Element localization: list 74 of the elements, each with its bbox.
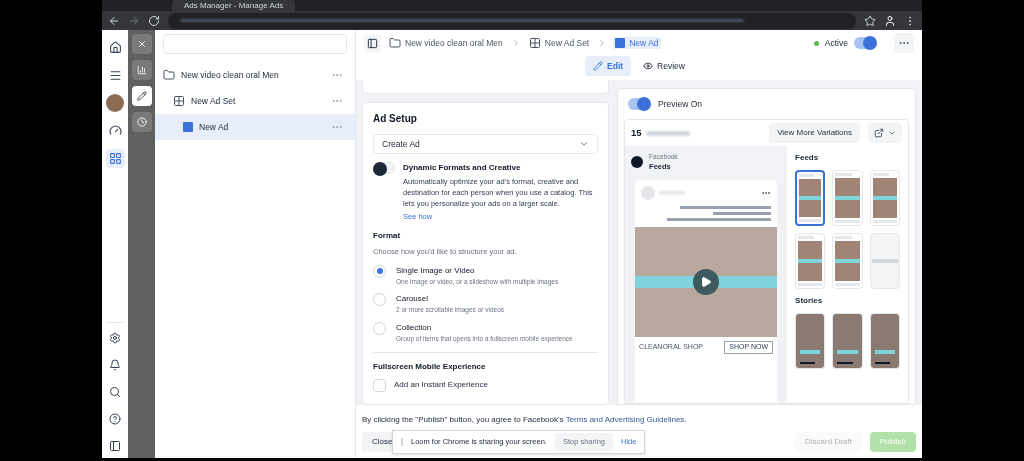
dynamic-formats-toggle[interactable] bbox=[373, 162, 395, 174]
browser-tab[interactable]: Ads Manager - Manage Ads bbox=[172, 0, 296, 11]
group-title: Stories bbox=[795, 295, 824, 307]
view-more-variations-button[interactable]: View More Variations bbox=[769, 123, 860, 143]
blurred-label bbox=[645, 130, 690, 136]
page-avatar bbox=[641, 186, 656, 200]
preview-label: Preview On bbox=[658, 97, 702, 111]
help-icon[interactable] bbox=[109, 413, 121, 425]
placements-count: 15 bbox=[631, 125, 642, 140]
grid-icon[interactable] bbox=[105, 149, 125, 168]
star-icon[interactable] bbox=[864, 14, 876, 27]
tree-item-label: New Ad Set bbox=[191, 94, 237, 108]
checkbox[interactable] bbox=[373, 378, 386, 392]
grid-icon bbox=[528, 37, 541, 49]
terms-text: By clicking the "Publish" button, you agree to Facebook's Terms and Advertising Guidelines. bbox=[362, 414, 688, 426]
history-icon bbox=[136, 117, 147, 127]
status-label: Active bbox=[824, 36, 848, 50]
checkbox-label: Add an Instant Experience bbox=[394, 379, 488, 392]
tree-item[interactable]: New Ad bbox=[155, 114, 355, 140]
mode-tab[interactable]: Edit bbox=[585, 56, 632, 76]
grid-icon bbox=[173, 95, 185, 107]
group-title: Feeds bbox=[795, 152, 820, 164]
close-button[interactable] bbox=[131, 34, 152, 54]
edit-icon bbox=[136, 91, 147, 101]
tree-item-label: New Ad bbox=[199, 120, 230, 134]
eye-icon bbox=[643, 61, 654, 71]
settings-icon[interactable] bbox=[109, 332, 121, 344]
option-title: Collection bbox=[396, 322, 433, 334]
create-ad-dropdown[interactable]: Create Ad bbox=[373, 134, 599, 154]
share-dropdown-button[interactable] bbox=[868, 123, 902, 143]
section-title: Fullscreen Mobile Experience bbox=[373, 360, 487, 373]
ad-square-icon bbox=[615, 38, 626, 48]
history-button[interactable] bbox=[131, 112, 152, 132]
back-icon[interactable] bbox=[108, 14, 120, 27]
search-icon[interactable] bbox=[109, 386, 121, 398]
option-title: Single Image or Video bbox=[396, 264, 476, 277]
avatar[interactable] bbox=[106, 94, 124, 112]
panel-icon[interactable] bbox=[109, 440, 121, 452]
breadcrumb-link[interactable]: New Ad Set bbox=[526, 36, 592, 50]
mode-tab[interactable]: Review bbox=[635, 56, 693, 76]
card-title: Ad Setup bbox=[373, 112, 418, 126]
preview-toggle[interactable] bbox=[628, 98, 651, 110]
ad-square-icon bbox=[183, 122, 193, 132]
radio-button[interactable] bbox=[373, 264, 386, 278]
folder-icon bbox=[163, 69, 175, 81]
facebook-logo-icon bbox=[631, 156, 644, 168]
radio-button[interactable] bbox=[373, 322, 386, 335]
tree-item-label: New video clean oral Men bbox=[181, 68, 280, 82]
option-title: Carousel bbox=[396, 293, 429, 306]
caret-icon bbox=[888, 129, 896, 137]
profile-icon[interactable] bbox=[884, 14, 896, 27]
breadcrumb-link[interactable]: New video clean oral Men bbox=[387, 36, 505, 50]
close-icon bbox=[136, 39, 147, 49]
play-button[interactable] bbox=[693, 269, 720, 295]
reload-icon[interactable] bbox=[148, 14, 160, 27]
chart-button[interactable] bbox=[131, 60, 152, 80]
search-field[interactable] bbox=[163, 34, 347, 54]
caret-icon bbox=[579, 139, 590, 149]
section-title: Format bbox=[373, 230, 402, 243]
folder-icon bbox=[389, 37, 401, 49]
pencil-icon bbox=[593, 61, 604, 71]
tree-item[interactable]: New video clean oral Men bbox=[155, 62, 355, 88]
edit-button[interactable] bbox=[131, 86, 152, 106]
chart-icon bbox=[136, 65, 147, 75]
panel-toggle-icon[interactable] bbox=[364, 34, 381, 52]
tree-item[interactable]: New Ad Set bbox=[155, 88, 355, 114]
play-icon bbox=[700, 276, 713, 288]
radio-button[interactable] bbox=[373, 293, 386, 307]
breadcrumb-link[interactable]: New Ad bbox=[613, 36, 661, 50]
external-link-icon bbox=[874, 128, 884, 138]
placement-thumbnail[interactable] bbox=[795, 170, 826, 226]
option-title: Dynamic Formats and Creative bbox=[403, 162, 522, 174]
status-toggle[interactable] bbox=[854, 37, 876, 49]
bell-icon[interactable] bbox=[109, 359, 121, 371]
